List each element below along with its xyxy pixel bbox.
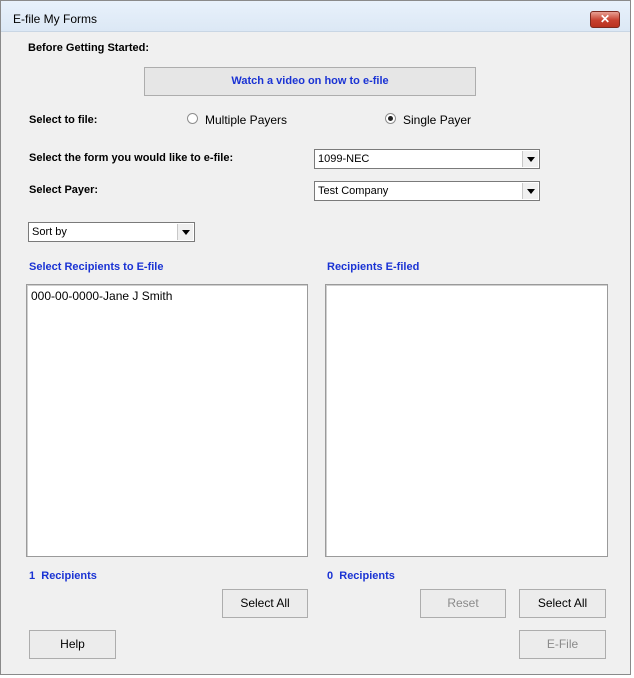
reset-button[interactable]: Reset <box>420 589 506 618</box>
title-bar[interactable]: E-file My Forms ✕ <box>1 1 630 32</box>
left-panel-header: Select Recipients to E-file <box>29 261 164 273</box>
recipients-efiled-list[interactable] <box>325 284 608 557</box>
close-button[interactable]: ✕ <box>590 11 620 28</box>
payer-select-label: Select Payer: <box>29 184 99 196</box>
sort-value: Sort by <box>32 226 67 238</box>
payer-value: Test Company <box>318 185 389 197</box>
payer-dropdown[interactable]: Test Company <box>314 181 540 201</box>
form-select-label: Select the form you would like to e-file… <box>29 152 234 164</box>
form-type-dropdown[interactable]: 1099-NEC <box>314 149 540 169</box>
chevron-down-icon[interactable] <box>522 151 538 167</box>
list-item[interactable]: 000-00-0000-Jane J Smith <box>31 289 172 303</box>
right-select-all-button[interactable]: Select All <box>519 589 606 618</box>
left-select-all-button[interactable]: Select All <box>222 589 308 618</box>
right-count-label: Recipients <box>339 570 395 582</box>
multiple-payers-label[interactable]: Multiple Payers <box>205 113 287 127</box>
close-icon: ✕ <box>599 12 611 26</box>
left-recipient-count: 1 Recipients <box>29 570 97 582</box>
sort-dropdown[interactable]: Sort by <box>28 222 195 242</box>
single-payer-label[interactable]: Single Payer <box>403 113 471 127</box>
efile-dialog: E-file My Forms ✕ Before Getting Started… <box>0 0 631 675</box>
chevron-down-icon[interactable] <box>177 224 193 240</box>
radio-selected-dot <box>388 116 393 121</box>
recipients-to-efile-list[interactable]: 000-00-0000-Jane J Smith <box>26 284 308 557</box>
right-recipient-count: 0 Recipients <box>327 570 395 582</box>
help-button[interactable]: Help <box>29 630 116 659</box>
chevron-down-icon[interactable] <box>522 183 538 199</box>
single-payer-radio[interactable] <box>385 113 396 124</box>
form-type-value: 1099-NEC <box>318 153 370 165</box>
right-count-number: 0 <box>327 570 334 582</box>
efile-button[interactable]: E-File <box>519 630 606 659</box>
left-count-label: Recipients <box>41 570 97 582</box>
select-to-file-label: Select to file: <box>29 114 98 126</box>
left-count-number: 1 <box>29 570 36 582</box>
before-getting-started-label: Before Getting Started: <box>28 42 150 54</box>
watch-video-button[interactable]: Watch a video on how to e-file <box>144 67 476 96</box>
multiple-payers-radio[interactable] <box>187 113 198 124</box>
window-title: E-file My Forms <box>13 12 97 26</box>
right-panel-header: Recipients E-filed <box>327 261 420 273</box>
